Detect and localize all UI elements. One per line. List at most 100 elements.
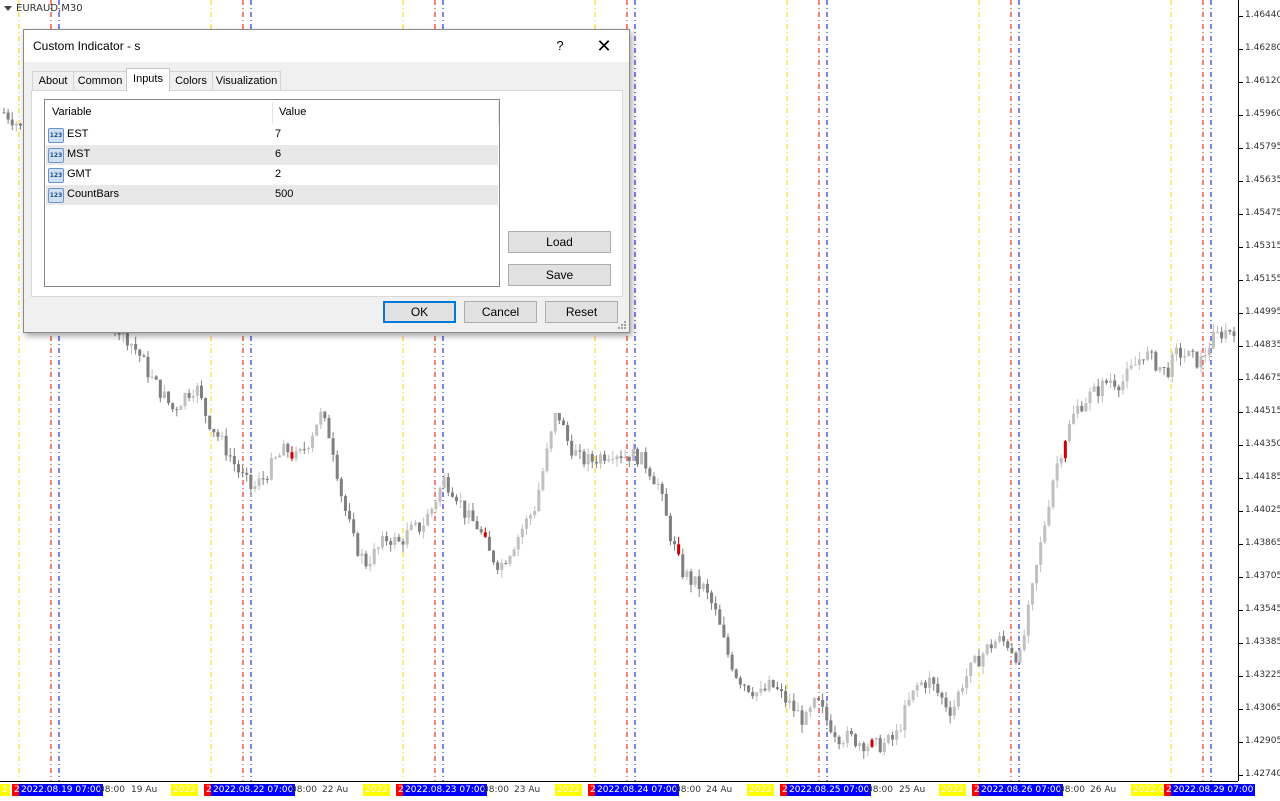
time-label: 22 Au — [322, 785, 349, 795]
price-axis[interactable]: 1.46440 1.46280 1.46120 1.45960 1.45795 1.456… — [1238, 0, 1280, 781]
param-value[interactable]: 500 — [275, 188, 293, 200]
candle — [364, 550, 368, 570]
candle — [788, 693, 792, 709]
candle — [825, 702, 829, 726]
table-row[interactable]: 123 GMT 2 — [46, 165, 498, 185]
close-button[interactable]: ✕ — [592, 35, 616, 57]
candle — [619, 450, 623, 464]
table-row[interactable]: 123 EST 7 — [46, 125, 498, 145]
candle — [866, 743, 870, 757]
candle — [923, 679, 927, 694]
param-name: EST — [67, 128, 89, 140]
column-value[interactable]: Value — [272, 100, 499, 124]
candle — [380, 531, 384, 551]
table-row[interactable]: 123 CountBars 500 — [46, 185, 498, 205]
dialog-titlebar[interactable]: Custom Indicator - s ? ✕ — [24, 30, 629, 62]
candle — [1174, 343, 1178, 362]
param-value[interactable]: 7 — [275, 128, 281, 140]
candle — [693, 576, 697, 588]
price-tick — [1239, 82, 1243, 83]
session-tag-yellow: 2022 — [363, 784, 390, 796]
price-label: 1.45155 — [1245, 274, 1280, 284]
candle — [236, 460, 240, 479]
tab-common[interactable]: Common — [73, 71, 127, 90]
candle — [1026, 600, 1030, 644]
price-label: 1.43865 — [1245, 538, 1280, 548]
time-label: 26 Au — [1090, 785, 1117, 795]
candle — [2, 107, 6, 114]
candle — [681, 548, 685, 580]
time-label: 24 Au — [706, 785, 733, 795]
candle — [660, 481, 664, 502]
candle — [821, 693, 825, 714]
candle — [417, 522, 421, 535]
candle — [479, 526, 483, 535]
candle — [1183, 348, 1187, 363]
reset-button[interactable]: Reset — [545, 301, 618, 323]
candle — [858, 740, 862, 751]
candle — [998, 632, 1002, 644]
price-tick — [1239, 346, 1243, 347]
candle — [652, 472, 656, 485]
candle — [265, 475, 269, 484]
candle — [1220, 326, 1224, 343]
candle — [697, 569, 701, 598]
candle — [401, 538, 405, 553]
candle — [278, 452, 282, 458]
candle — [327, 414, 331, 439]
candle — [224, 428, 228, 461]
resize-grip-icon[interactable] — [617, 320, 627, 330]
column-variable[interactable]: Variable — [45, 100, 272, 124]
candle — [426, 509, 430, 526]
candle — [1146, 346, 1150, 362]
tab-inputs[interactable]: Inputs — [126, 68, 170, 91]
chart-menu-triangle-icon[interactable] — [4, 5, 12, 11]
candle — [343, 494, 347, 516]
candle — [162, 384, 166, 400]
dialog-title: Custom Indicator - s — [33, 39, 141, 53]
cancel-button[interactable]: Cancel — [464, 301, 537, 323]
param-value[interactable]: 6 — [275, 148, 281, 160]
tab-visualization[interactable]: Visualization — [212, 71, 281, 90]
candle — [492, 549, 496, 565]
candle — [1137, 351, 1141, 370]
candle — [763, 683, 767, 692]
time-label: 25 Au — [899, 785, 926, 795]
help-button[interactable]: ? — [550, 36, 570, 56]
inputs-table[interactable]: Variable Value 123 EST 7 123 MST 6 123 G… — [44, 99, 500, 287]
candle — [294, 446, 298, 462]
param-value[interactable]: 2 — [275, 168, 281, 180]
price-label: 1.44835 — [1245, 340, 1280, 350]
save-button[interactable]: Save — [508, 264, 611, 286]
candle — [882, 737, 886, 756]
candle — [960, 683, 964, 696]
price-label: 1.46280 — [1245, 43, 1280, 53]
param-name: MST — [67, 148, 91, 160]
candle — [640, 451, 644, 465]
candle — [286, 442, 290, 458]
ok-button[interactable]: OK — [383, 301, 456, 323]
candle — [1063, 439, 1067, 463]
candle — [899, 724, 903, 733]
candle — [845, 726, 849, 748]
candle — [409, 520, 413, 531]
candle — [302, 441, 306, 454]
table-row[interactable]: 123 MST 6 — [46, 145, 498, 165]
candle — [142, 353, 146, 358]
candle — [722, 616, 726, 639]
candle — [187, 389, 191, 402]
candle — [14, 121, 18, 132]
candle — [911, 690, 915, 703]
load-button[interactable]: Load — [508, 231, 611, 253]
candle — [450, 487, 454, 498]
candle — [685, 568, 689, 581]
time-axis[interactable]: 2 2 2022.08.19 07:00 2022 2 2022.08.22 07:00 2… — [0, 781, 1256, 801]
candle — [915, 682, 919, 698]
column-divider[interactable] — [498, 102, 499, 124]
candle — [1179, 342, 1183, 366]
tab-colors[interactable]: Colors — [169, 71, 213, 90]
candle — [886, 733, 890, 745]
candle — [738, 675, 742, 689]
candle — [631, 443, 635, 462]
tab-about[interactable]: About — [32, 71, 74, 90]
